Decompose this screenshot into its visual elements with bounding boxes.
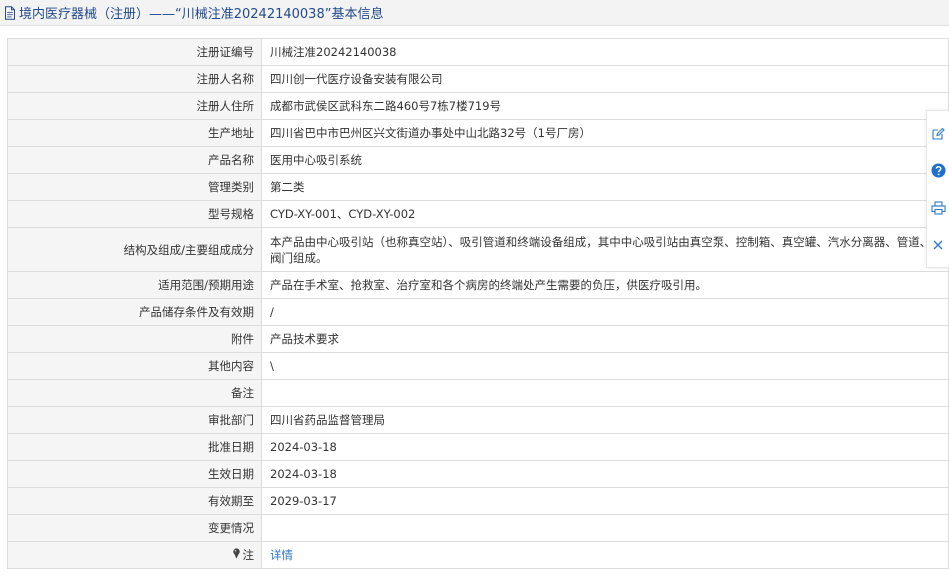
table-row: 适用范围/预期用途 产品在手术室、抢救室、治疗室和各个病房的终端处产生需要的负压… xyxy=(7,271,949,299)
row-label: 批准日期 xyxy=(7,433,262,461)
table-row: 批准日期 2024-03-18 xyxy=(7,433,949,461)
close-icon[interactable] xyxy=(929,236,947,254)
row-label: 注册人住所 xyxy=(7,92,262,120)
table-row: 注册证编号 川械注准20242140038 xyxy=(7,38,949,66)
table-row: 其他内容 \ xyxy=(7,352,949,380)
row-label: 产品储存条件及有效期 xyxy=(7,298,262,326)
table-row: 型号规格 CYD-XY-001、CYD-XY-002 xyxy=(7,200,949,228)
pin-icon xyxy=(232,548,241,559)
row-value xyxy=(261,514,949,542)
row-label: 管理类别 xyxy=(7,173,262,201)
note-label-text: 注 xyxy=(242,548,255,562)
row-label: 备注 xyxy=(7,379,262,407)
table-row: 生产地址 四川省巴中市巴州区兴文街道办事处中山北路32号（1号厂房） xyxy=(7,119,949,147)
row-label: 结构及组成/主要组成成分 xyxy=(7,227,262,272)
row-value: 四川省药品监督管理局 xyxy=(261,406,949,434)
page-header: 境内医疗器械（注册）——“川械注准20242140038”基本信息 xyxy=(0,0,949,26)
note-label: 注 xyxy=(7,541,262,569)
print-icon[interactable] xyxy=(929,199,947,217)
row-label: 生效日期 xyxy=(7,460,262,488)
row-value: 产品在手术室、抢救室、治疗室和各个病房的终端处产生需要的负压，供医疗吸引用。 xyxy=(261,271,949,299)
row-label: 变更情况 xyxy=(7,514,262,542)
row-value: 四川省巴中市巴州区兴文街道办事处中山北路32号（1号厂房） xyxy=(261,119,949,147)
row-value: 成都市武侯区武科东二路460号7栋7楼719号 xyxy=(261,92,949,120)
row-value: 2024-03-18 xyxy=(261,460,949,488)
row-value: 第二类 xyxy=(261,173,949,201)
note-row: 注 详情 xyxy=(7,541,949,569)
info-table: 注册证编号 川械注准20242140038 注册人名称 四川创一代医疗设备安装有… xyxy=(7,38,949,569)
side-toolbar xyxy=(926,110,949,268)
details-link[interactable]: 详情 xyxy=(270,548,293,562)
row-label: 审批部门 xyxy=(7,406,262,434)
row-label: 型号规格 xyxy=(7,200,262,228)
table-row: 注册人名称 四川创一代医疗设备安装有限公司 xyxy=(7,65,949,93)
row-value: 2024-03-18 xyxy=(261,433,949,461)
table-row: 附件 产品技术要求 xyxy=(7,325,949,353)
row-value: 四川创一代医疗设备安装有限公司 xyxy=(261,65,949,93)
table-row: 产品储存条件及有效期 / xyxy=(7,298,949,326)
row-value: 产品技术要求 xyxy=(261,325,949,353)
table-row: 审批部门 四川省药品监督管理局 xyxy=(7,406,949,434)
table-row: 变更情况 xyxy=(7,514,949,542)
row-value: 川械注准20242140038 xyxy=(261,38,949,66)
row-label: 生产地址 xyxy=(7,119,262,147)
row-value: CYD-XY-001、CYD-XY-002 xyxy=(261,200,949,228)
table-row: 产品名称 医用中心吸引系统 xyxy=(7,146,949,174)
table-row: 管理类别 第二类 xyxy=(7,173,949,201)
table-row: 有效期至 2029-03-17 xyxy=(7,487,949,515)
row-label: 注册证编号 xyxy=(7,38,262,66)
table-row: 注册人住所 成都市武侯区武科东二路460号7栋7楼719号 xyxy=(7,92,949,120)
row-label: 产品名称 xyxy=(7,146,262,174)
row-value: 医用中心吸引系统 xyxy=(261,146,949,174)
row-value: / xyxy=(261,298,949,326)
row-label: 附件 xyxy=(7,325,262,353)
table-row: 结构及组成/主要组成成分 本产品由中心吸引站（也称真空站）、吸引管道和终端设备组… xyxy=(7,227,949,272)
table-row: 生效日期 2024-03-18 xyxy=(7,460,949,488)
help-icon[interactable] xyxy=(929,162,947,180)
row-label: 其他内容 xyxy=(7,352,262,380)
row-value: 本产品由中心吸引站（也称真空站）、吸引管道和终端设备组成，其中中心吸引站由真空泵… xyxy=(261,227,949,272)
row-label: 适用范围/预期用途 xyxy=(7,271,262,299)
row-label: 有效期至 xyxy=(7,487,262,515)
document-icon xyxy=(4,5,16,20)
table-row: 备注 xyxy=(7,379,949,407)
row-value xyxy=(261,379,949,407)
page-title: 境内医疗器械（注册）——“川械注准20242140038”基本信息 xyxy=(19,7,384,22)
edit-icon[interactable] xyxy=(929,125,947,143)
row-value: 2029-03-17 xyxy=(261,487,949,515)
row-value: \ xyxy=(261,352,949,380)
row-label: 注册人名称 xyxy=(7,65,262,93)
note-value: 详情 xyxy=(261,541,949,569)
